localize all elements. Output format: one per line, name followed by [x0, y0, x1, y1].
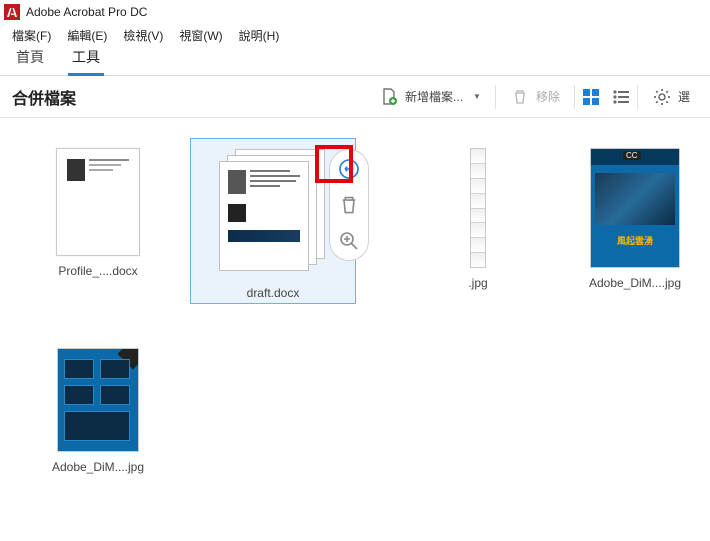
file-item-adobe-dim-2[interactable]: Adobe_DiM....jpg — [18, 348, 178, 474]
poster-headline: 風起雲湧 — [591, 234, 679, 247]
page-title: 合併檔案 — [12, 85, 76, 109]
file-thumb: CC 風起雲湧 — [590, 148, 680, 268]
trash-icon — [510, 87, 530, 107]
separator — [637, 85, 638, 109]
tabs-row: 首頁 工具 — [0, 46, 710, 76]
options-button[interactable]: 選 — [644, 83, 698, 111]
add-files-button[interactable]: 新增檔案... ▼ — [371, 83, 489, 111]
options-label: 選 — [678, 88, 690, 105]
file-grid: Profile_....docx — [0, 118, 710, 541]
menu-window[interactable]: 視窗(W) — [173, 25, 228, 46]
menu-help[interactable]: 說明(H) — [233, 25, 286, 46]
gear-icon — [652, 87, 672, 107]
menu-view[interactable]: 檢視(V) — [117, 25, 169, 46]
file-caption-wrap: draft.docx — [192, 278, 354, 300]
view-toggle — [581, 87, 631, 107]
titlebar: Adobe Acrobat Pro DC — [0, 0, 710, 24]
cc-badge: CC — [623, 151, 641, 160]
file-item-adobe-dim-1[interactable]: CC 風起雲湧 Adobe_DiM....jpg — [555, 148, 710, 290]
file-caption: Adobe_DiM....jpg — [555, 276, 710, 290]
file-item-profile[interactable]: Profile_....docx — [18, 148, 178, 278]
app-title: Adobe Acrobat Pro DC — [26, 5, 147, 19]
file-item-jpg[interactable]: .jpg — [398, 148, 558, 290]
file-thumb — [56, 148, 140, 256]
app-icon — [4, 4, 20, 20]
separator — [495, 85, 496, 109]
file-thumb — [57, 348, 139, 452]
callout-highlight — [315, 145, 353, 183]
remove-button[interactable]: 移除 — [502, 83, 568, 111]
file-thumb-stack — [219, 149, 327, 277]
add-files-label: 新增檔案... — [405, 88, 463, 105]
file-caption: draft.docx — [192, 286, 354, 300]
add-file-icon — [379, 87, 399, 107]
file-caption: Adobe_DiM....jpg — [18, 460, 178, 474]
list-view-icon[interactable] — [611, 87, 631, 107]
grid-view-icon[interactable] — [581, 87, 601, 107]
tab-tools[interactable]: 工具 — [68, 41, 104, 75]
delete-item-button[interactable] — [336, 192, 362, 218]
chevron-down-icon: ▼ — [473, 92, 481, 101]
file-caption: .jpg — [398, 276, 558, 290]
remove-label: 移除 — [536, 88, 560, 105]
file-thumb — [470, 148, 486, 268]
toolbar: 合併檔案 新增檔案... ▼ 移除 選 — [0, 76, 710, 118]
tab-home[interactable]: 首頁 — [12, 41, 48, 75]
zoom-item-button[interactable] — [336, 228, 362, 254]
file-caption: Profile_....docx — [18, 264, 178, 278]
menubar: 檔案(F) 編輯(E) 檢視(V) 視窗(W) 說明(H) — [0, 24, 710, 46]
separator — [574, 85, 575, 109]
